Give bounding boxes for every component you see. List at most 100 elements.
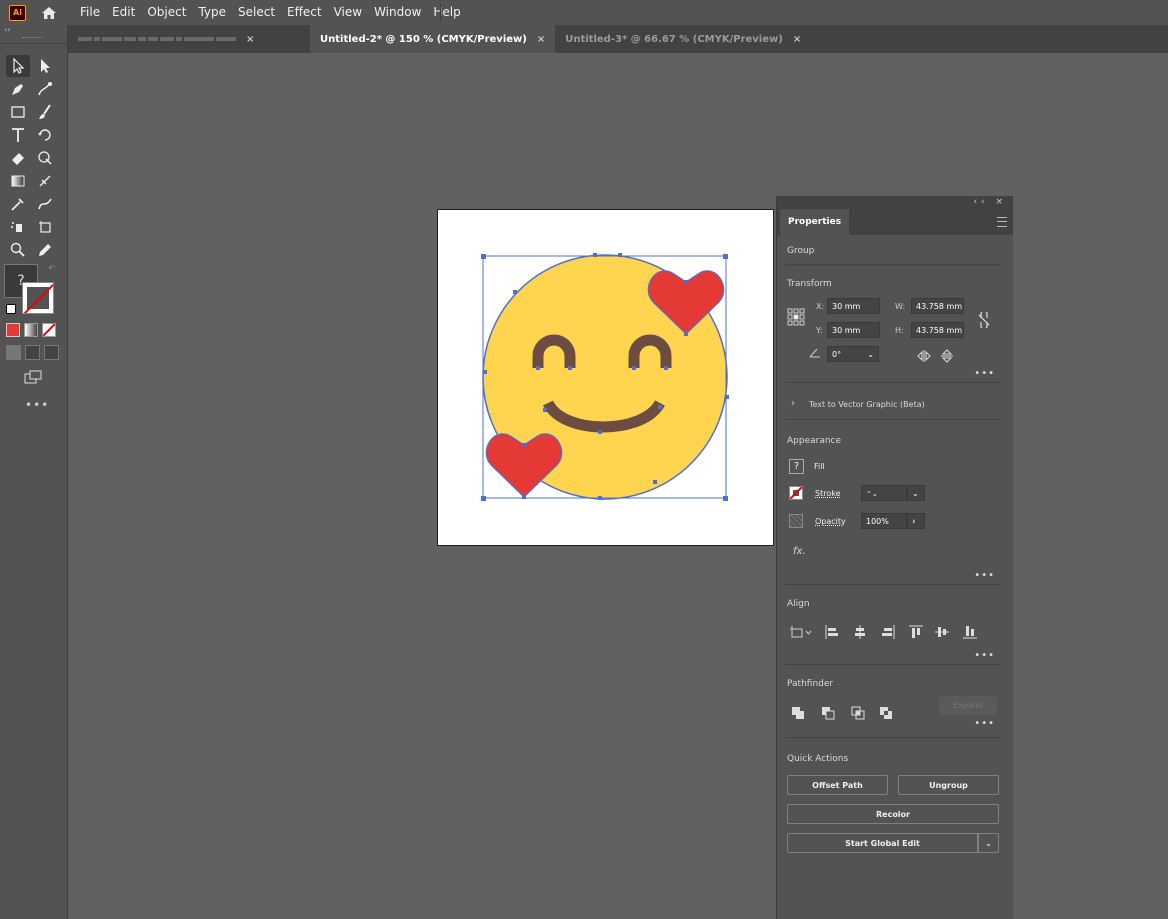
home-icon[interactable]: [40, 4, 58, 22]
appearance-more-button[interactable]: •••: [974, 570, 995, 581]
collapse-icon[interactable]: ‹‹: [4, 25, 10, 34]
start-global-edit-button[interactable]: Start Global Edit: [787, 833, 978, 853]
y-field[interactable]: 30 mm: [827, 322, 880, 338]
close-icon[interactable]: ×: [537, 34, 545, 45]
panel-window-controls[interactable]: ‹‹ ×: [973, 197, 1007, 207]
text-to-vector-section[interactable]: Text to Vector Graphic (Beta): [809, 400, 925, 409]
stroke-label[interactable]: Stroke: [815, 489, 841, 498]
symbol-sprayer-tool[interactable]: [6, 216, 30, 238]
rotation-field[interactable]: 0° ⌄: [827, 346, 879, 362]
curvature-tool[interactable]: [33, 78, 57, 100]
menu-help[interactable]: Help: [427, 0, 466, 25]
draw-inside-button[interactable]: [44, 345, 59, 360]
grip-icon[interactable]: [22, 37, 42, 40]
height-field[interactable]: 43.758 mm: [911, 322, 964, 338]
close-icon[interactable]: ×: [793, 34, 801, 45]
pathfinder-more-button[interactable]: •••: [974, 718, 995, 729]
opacity-slider-button[interactable]: ›: [907, 513, 925, 529]
global-edit-options-button[interactable]: ⌄: [978, 833, 999, 853]
transform-more-button[interactable]: •••: [974, 368, 995, 379]
width-tool[interactable]: [33, 193, 57, 215]
stroke-swatch[interactable]: [22, 282, 54, 314]
none-mode-button[interactable]: [42, 323, 56, 337]
chevron-down-icon: ⌄: [985, 838, 992, 848]
ungroup-button[interactable]: Ungroup: [898, 775, 999, 795]
constrain-proportions-icon[interactable]: [977, 312, 991, 328]
opacity-label[interactable]: Opacity: [815, 517, 846, 526]
align-vertical-center-icon[interactable]: [935, 625, 949, 639]
gradient-mode-button[interactable]: [24, 323, 38, 337]
menu-object[interactable]: Object: [141, 0, 192, 25]
smiley-artwork[interactable]: [438, 210, 773, 545]
tab-document-3[interactable]: Untitled-3* @ 66.67 % (CMYK/Preview) ×: [555, 25, 811, 53]
mesh-tool[interactable]: [33, 170, 57, 192]
chevron-right-icon: ›: [912, 517, 916, 527]
zoom-tool[interactable]: [6, 239, 30, 261]
type-tool[interactable]: [6, 124, 30, 146]
selection-tool[interactable]: [6, 55, 30, 77]
opacity-field[interactable]: 100%: [861, 513, 907, 529]
more-tools-icon[interactable]: •••: [25, 398, 49, 412]
reference-point-icon[interactable]: [787, 308, 805, 326]
menu-edit[interactable]: Edit: [106, 0, 141, 25]
tab-properties[interactable]: Properties: [780, 209, 850, 235]
stroke-dropdown-button[interactable]: ⌄: [907, 485, 925, 501]
chevron-right-icon[interactable]: ›: [791, 398, 795, 409]
rectangle-icon: [11, 106, 25, 118]
pencil-tool[interactable]: [33, 239, 57, 261]
menu-type[interactable]: Type: [192, 0, 232, 25]
artboard[interactable]: [437, 209, 774, 546]
x-field[interactable]: 30 mm: [827, 298, 880, 314]
section-divider: [785, 264, 1001, 266]
color-mode-button[interactable]: [6, 323, 20, 337]
default-colors-icon[interactable]: [6, 304, 16, 314]
gradient-tool[interactable]: [6, 170, 30, 192]
chevron-down-icon[interactable]: ⌄: [867, 347, 874, 363]
flip-vertical-icon[interactable]: [941, 349, 953, 363]
align-to-icon[interactable]: [789, 625, 813, 639]
expand-button[interactable]: Expand: [939, 696, 997, 715]
align-more-button[interactable]: •••: [974, 650, 995, 661]
paintbrush-tool[interactable]: [33, 101, 57, 123]
fx-effects-button[interactable]: fx.: [793, 546, 806, 557]
draw-behind-button[interactable]: [25, 345, 40, 360]
stepper-icon[interactable]: ⌃⌄: [866, 490, 878, 498]
tab-document-2[interactable]: Untitled-2* @ 150 % (CMYK/Preview) ×: [310, 25, 556, 53]
rectangle-tool[interactable]: [6, 101, 30, 123]
rotate-tool[interactable]: [33, 124, 57, 146]
opacity-icon: [789, 514, 803, 528]
panel-menu-icon[interactable]: [997, 217, 1007, 227]
swap-fill-stroke-icon[interactable]: ↶: [48, 264, 56, 274]
minus-front-icon[interactable]: [821, 706, 835, 720]
intersect-icon[interactable]: [851, 706, 865, 720]
stroke-weight-field[interactable]: ⌃⌄: [861, 485, 907, 501]
pen-tool[interactable]: [6, 78, 30, 100]
recolor-button[interactable]: Recolor: [787, 804, 999, 824]
exclude-icon[interactable]: [879, 706, 893, 720]
unite-icon[interactable]: [791, 706, 805, 720]
close-icon[interactable]: ×: [246, 34, 254, 45]
eyedropper-tool[interactable]: [6, 193, 30, 215]
direct-selection-tool[interactable]: [33, 55, 57, 77]
tab-document-1[interactable]: ×: [68, 25, 310, 53]
menu-file[interactable]: File: [74, 0, 106, 25]
width-field[interactable]: 43.758 mm: [911, 298, 964, 314]
offset-path-button[interactable]: Offset Path: [787, 775, 888, 795]
align-horizontal-center-icon[interactable]: [853, 625, 867, 639]
flip-horizontal-icon[interactable]: [917, 350, 931, 362]
artboard-tool[interactable]: [33, 216, 57, 238]
align-bottom-icon[interactable]: [963, 625, 977, 639]
align-top-icon[interactable]: [909, 625, 923, 639]
draw-normal-button[interactable]: [6, 345, 21, 360]
menu-effect[interactable]: Effect: [281, 0, 328, 25]
screen-mode-icon[interactable]: [24, 370, 42, 384]
stroke-swatch[interactable]: [789, 486, 803, 500]
shape-builder-tool[interactable]: [33, 147, 57, 169]
menu-select[interactable]: Select: [232, 0, 281, 25]
align-right-icon[interactable]: [881, 625, 895, 639]
menu-view[interactable]: View: [328, 0, 368, 25]
fill-swatch[interactable]: ?: [789, 459, 804, 474]
align-left-icon[interactable]: [825, 625, 839, 639]
menu-window[interactable]: Window: [368, 0, 427, 25]
eraser-tool[interactable]: [6, 147, 30, 169]
